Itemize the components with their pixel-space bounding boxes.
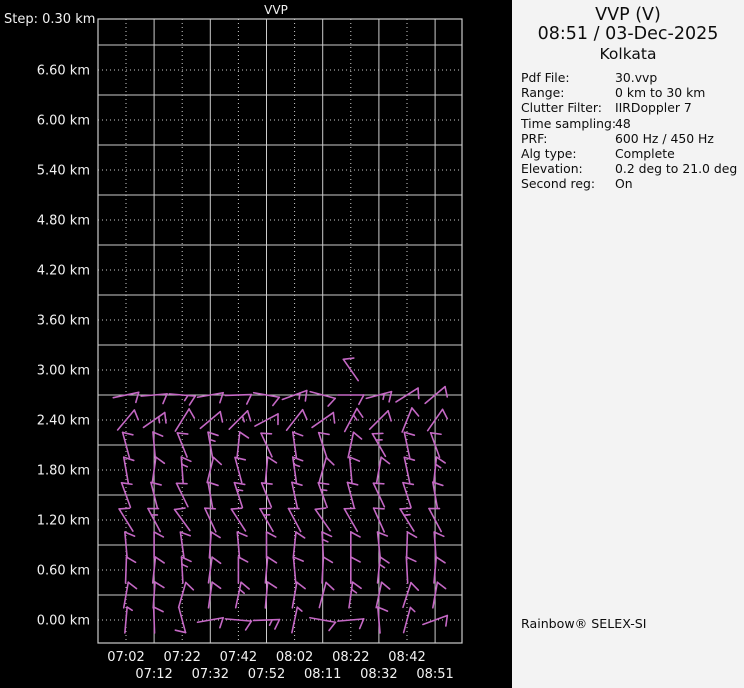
panel-station: Kolkata (599, 45, 657, 63)
info-value: 600 Hz / 450 Hz (615, 130, 714, 146)
info-key: Second reg: (521, 176, 596, 192)
info-value: 30.vvp (615, 70, 658, 85)
x-axis-label: 08:02 (276, 650, 313, 665)
x-axis-label: 07:22 (163, 650, 200, 665)
info-key: Clutter Filter: (521, 100, 602, 116)
x-axis-label: 08:51 (416, 667, 453, 682)
info-key: Alg type: (521, 146, 577, 162)
panel-datetime: 08:51 / 03-Dec-2025 (537, 24, 719, 44)
info-row-second-reg: Second reg: On (521, 176, 744, 191)
x-axis-label: 08:11 (304, 667, 341, 682)
y-axis-label: 0.00 km (37, 614, 90, 629)
info-value: IIRDoppler 7 (615, 100, 692, 116)
y-axis-label: 0.60 km (37, 564, 90, 579)
scan-info-list: Pdf File: 30.vvp Range: 0 km to 30 km Cl… (521, 70, 744, 192)
y-axis-label: 1.80 km (37, 464, 90, 479)
x-axis-label: 07:32 (192, 667, 229, 682)
x-axis-label: 07:02 (107, 650, 144, 665)
y-axis-label: 3.60 km (37, 314, 90, 329)
wind-profile-chart: VVP Step: 0.30 km 6.60 km 6.00 km 5.40 km 4.8… (0, 0, 512, 688)
vvp-window: VVP Step: 0.30 km 6.60 km 6.00 km 5.40 km 4.8… (0, 0, 744, 688)
info-row-range: Range: 0 km to 30 km (521, 85, 744, 100)
chart-title: VVP (264, 3, 288, 17)
y-axis-label: 4.80 km (37, 214, 90, 229)
info-row-time-sampling: Time sampling: 48 (521, 116, 744, 131)
y-axis-label: 6.60 km (37, 64, 90, 79)
info-key: Range: (521, 85, 565, 101)
x-axis-label: 08:32 (360, 667, 397, 682)
info-panel: VVP (V) 08:51 / 03-Dec-2025 Kolkata Pdf … (512, 0, 744, 688)
info-value: 0.2 deg to 21.0 deg (615, 161, 738, 177)
x-axis-label: 08:42 (388, 650, 425, 665)
info-row-prf: PRF: 600 Hz / 450 Hz (521, 131, 744, 146)
y-axis-label: 1.20 km (37, 514, 90, 529)
x-axis-label: 08:22 (332, 650, 369, 665)
info-value: 48 (615, 115, 631, 131)
info-value: 0 km to 30 km (615, 85, 706, 101)
info-row-pdf-file: Pdf File: 30.vvp (521, 70, 744, 85)
info-row-alg-type: Alg type: Complete (521, 146, 744, 161)
info-key: Time sampling: (521, 115, 617, 131)
y-axis-label: 5.40 km (37, 164, 90, 179)
y-axis-label: 4.20 km (37, 264, 90, 279)
info-value: On (615, 176, 633, 192)
brand-text: Rainbow® SELEX-SI (521, 616, 647, 631)
info-key: PRF: (521, 130, 548, 146)
y-axis-label: 3.00 km (37, 364, 90, 379)
y-axis-label: 2.40 km (37, 414, 90, 429)
x-axis-label: 07:42 (220, 650, 257, 665)
info-row-elevation: Elevation: 0.2 deg to 21.0 deg (521, 161, 744, 176)
info-row-clutter-filter: Clutter Filter: IIRDoppler 7 (521, 100, 744, 115)
step-label: Step: 0.30 km (4, 12, 95, 27)
x-axis-label: 07:52 (248, 667, 285, 682)
info-key: Pdf File: (521, 70, 570, 85)
info-value: Complete (615, 146, 675, 162)
y-axis-label: 6.00 km (37, 114, 90, 129)
x-axis-label: 07:12 (135, 667, 172, 682)
info-key: Elevation: (521, 161, 583, 177)
panel-title: VVP (V) (595, 5, 661, 25)
